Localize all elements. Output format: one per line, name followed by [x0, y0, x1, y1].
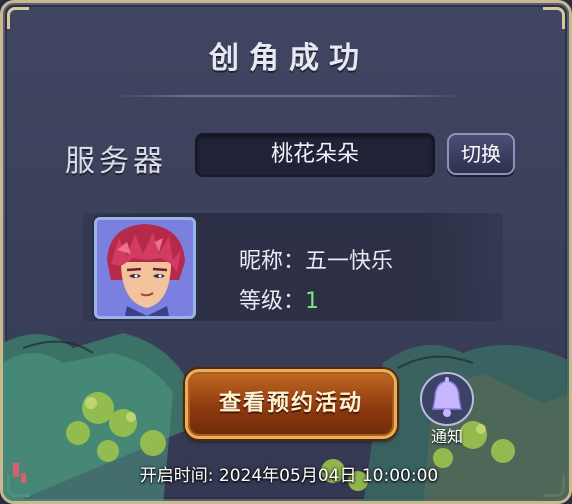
server-label: 服务器 [65, 144, 167, 179]
nickname-value: 五一快乐 [305, 249, 394, 274]
nickname-label: 昵称： [239, 249, 306, 274]
frame-corner-decoration [7, 7, 29, 29]
level-value: 1 [305, 289, 320, 314]
dialog-title: 创角成功 [209, 41, 369, 76]
create-character-success-dialog: 创角成功 服务器 桃花朵朵 切换 昵称：五一快乐 等级：1 查看预约活动 通知 … [0, 0, 572, 504]
frame-corner-decoration [543, 7, 565, 29]
nickname-row: 昵称：五一快乐 [239, 243, 393, 275]
notify-label: 通知 [430, 427, 463, 446]
open-time-text: 开启时间: 2024年05月04日 10:00:00 [3, 461, 569, 486]
switch-server-button[interactable]: 切换 [447, 133, 515, 175]
bell-icon [420, 372, 474, 426]
character-portrait-icon [94, 217, 196, 319]
view-reservation-activity-button[interactable]: 查看预约活动 [185, 369, 397, 439]
level-label: 等级： [239, 289, 306, 314]
open-time-label: 开启时间: [139, 466, 219, 486]
open-time-value: 2024年05月04日 10:00:00 [218, 466, 439, 486]
level-row: 等级：1 [239, 283, 319, 315]
server-name-field[interactable]: 桃花朵朵 [195, 133, 435, 177]
title-divider [113, 95, 465, 97]
notify-button[interactable]: 通知 [417, 371, 477, 447]
